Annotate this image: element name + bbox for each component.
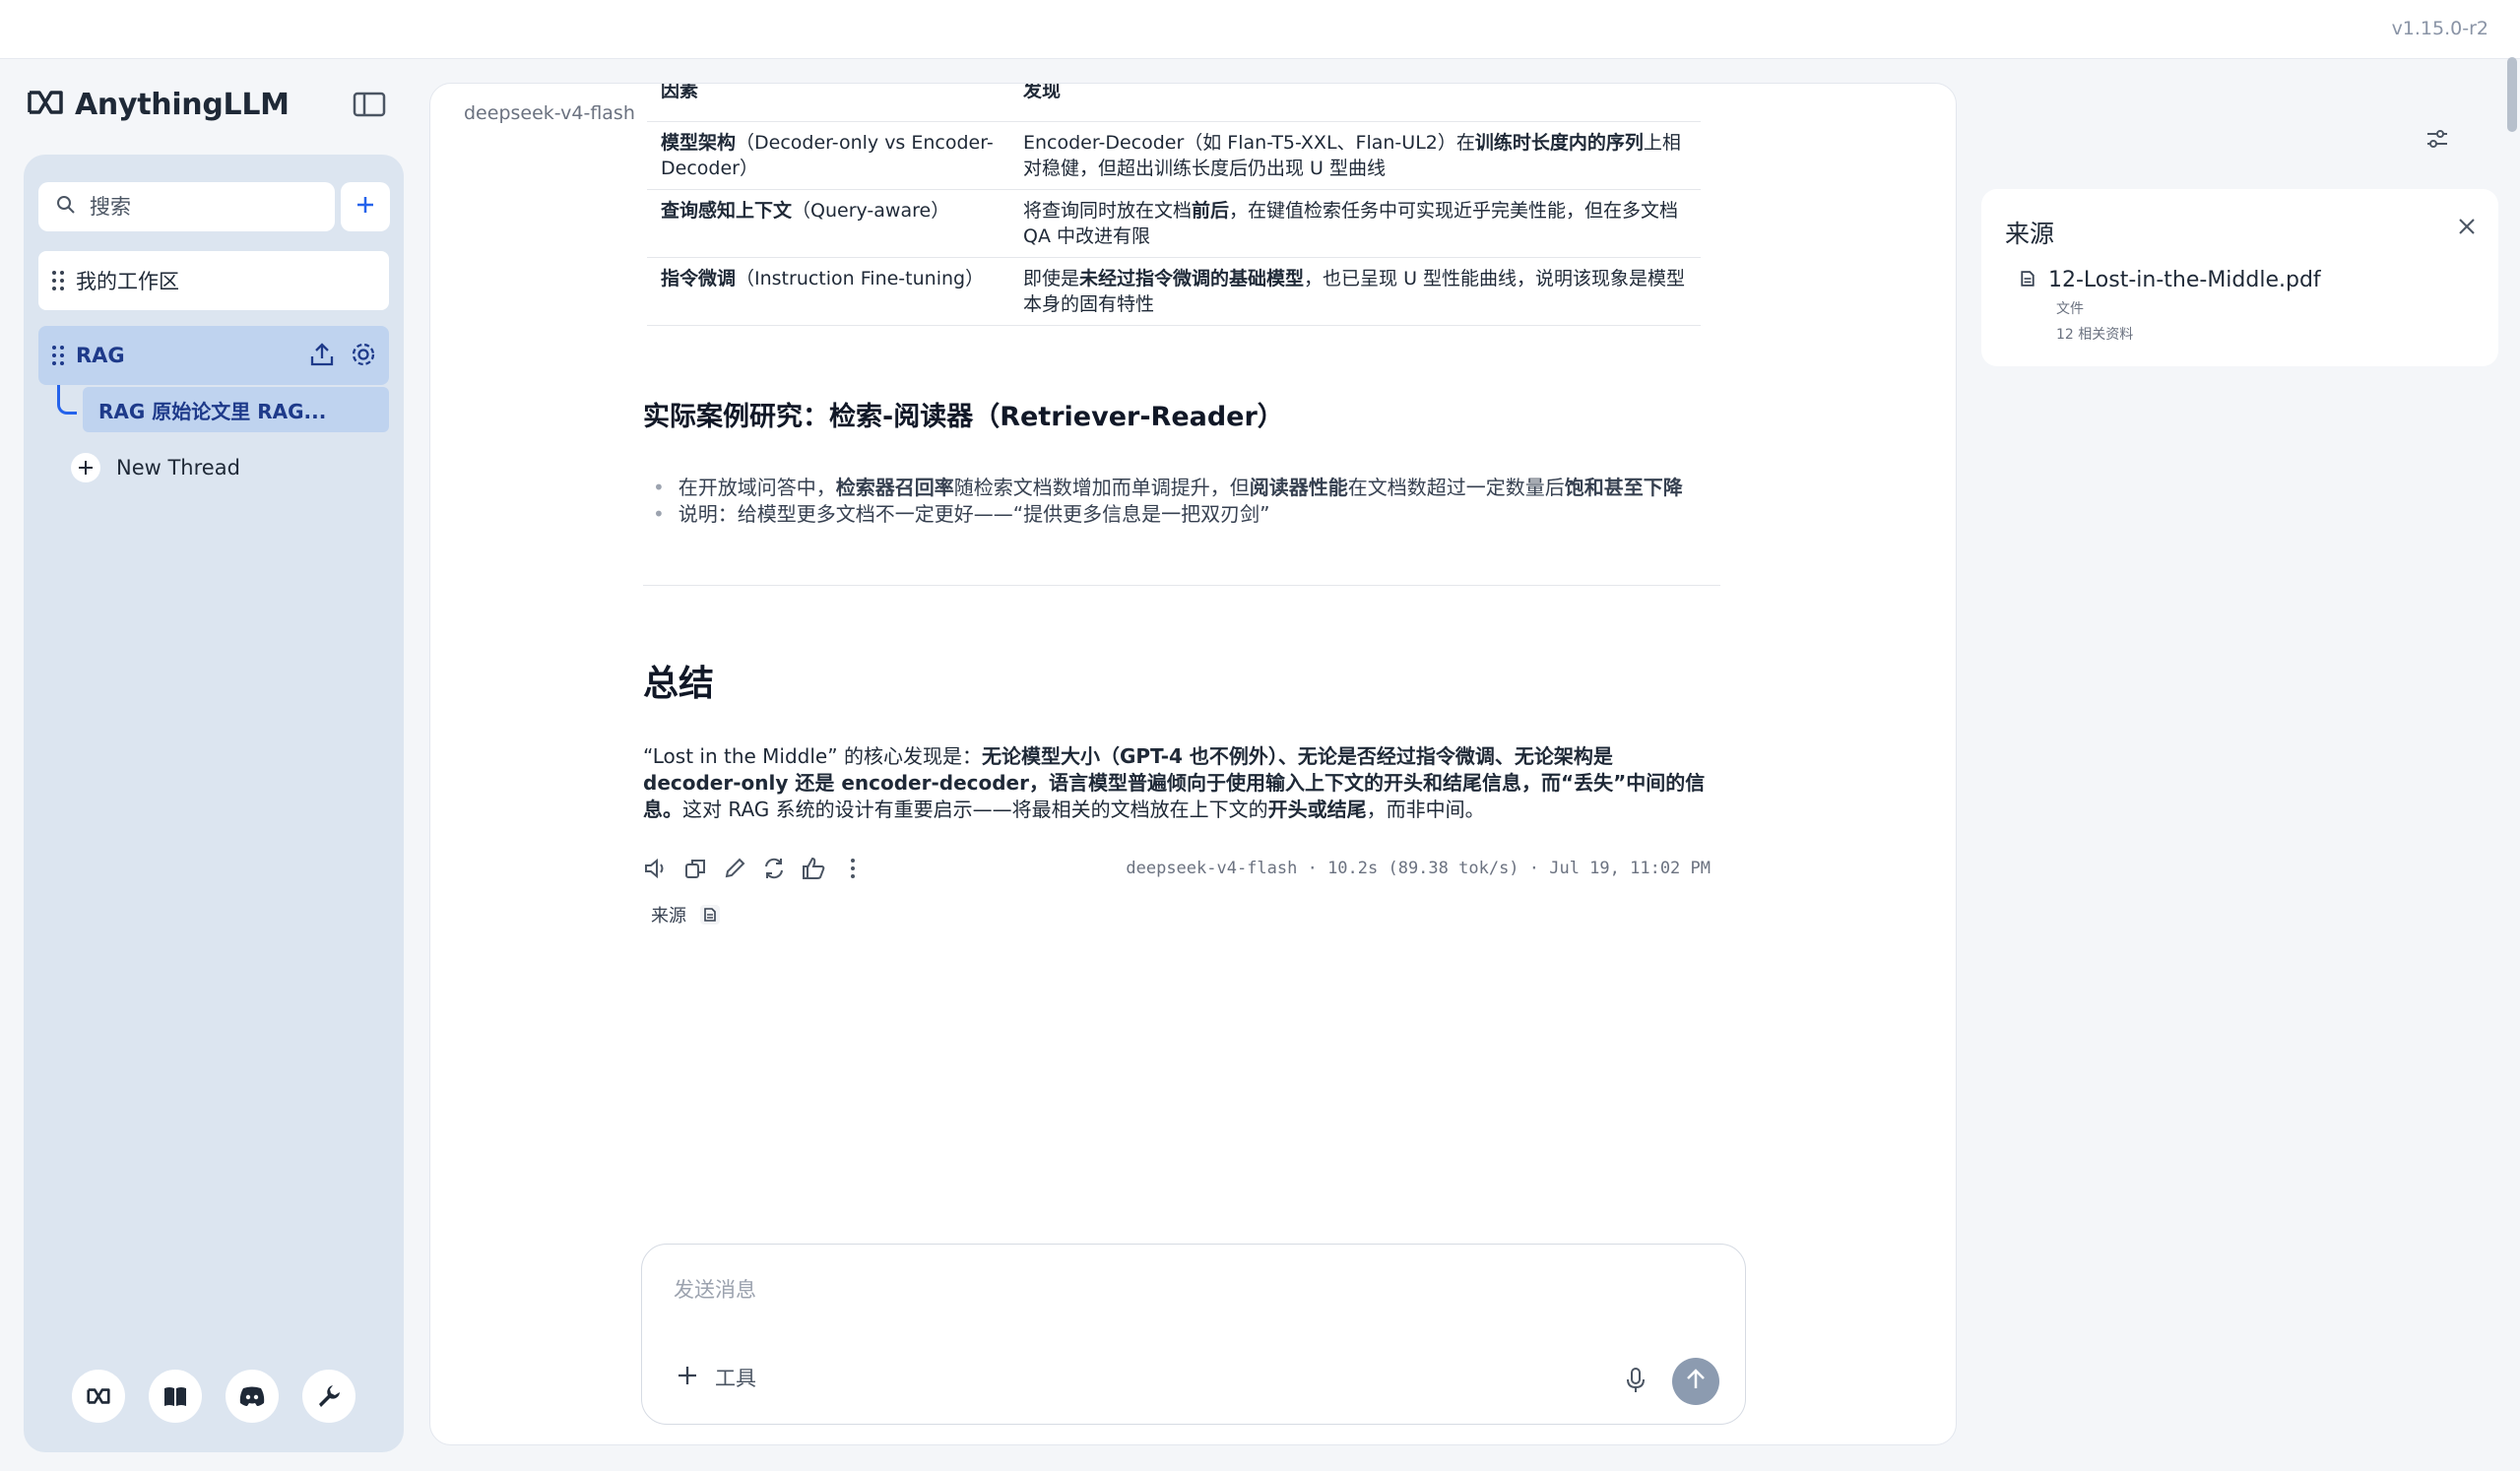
anythingllm-logo-icon [26,89,65,120]
file-icon[interactable] [700,904,720,925]
thread-item-active[interactable]: RAG 原始论文里 RAG... [83,387,389,432]
table-cell: Encoder-Decoder（如 Flan-T5-XXL、Flan-UL2）在… [1009,121,1701,190]
workspace-item-rag[interactable]: RAG [38,326,389,385]
message-input[interactable] [674,1274,1658,1313]
thumbs-up-icon[interactable] [801,856,826,881]
message-actions: deepseek-v4-flash · 10.2s (89.38 tok/s) … [643,853,1726,884]
more-options-icon[interactable] [840,856,866,881]
gear-icon[interactable] [350,341,377,372]
file-icon [2021,268,2035,292]
sources-panel: 来源 12-Lost-in-the-Middle.pdf 文件 12 相关资料 [1981,189,2498,366]
list-item: 在开放域问答中，检索器召回率随检索文档数增加而单调提升，但阅读器性能在文档数超过… [653,475,1726,501]
source-file-item[interactable]: 12-Lost-in-the-Middle.pdf 文件 12 相关资料 [2021,268,2321,344]
model-tag: deepseek-v4-flash [464,102,635,124]
arrow-up-icon [1685,1368,1707,1395]
workspace-label: RAG [76,344,125,367]
edit-icon[interactable] [722,856,747,881]
add-workspace-button[interactable] [341,182,390,231]
search-icon [56,195,76,219]
workspace-item-my-workspace[interactable]: 我的工作区 [38,251,389,310]
sources-label: 来源 [651,905,686,927]
thread-connector [57,385,77,415]
anythingllm-logo-icon[interactable] [72,1370,125,1423]
brand-name: AnythingLLM [75,87,290,122]
tools-label: 工具 [715,1367,756,1390]
source-file-count: 12 相关资料 [2056,327,2134,343]
table-cell: 指令微调（Instruction Fine-tuning） [647,257,1009,326]
list-item: 说明：给模型更多文档不一定更好——“提供更多信息是一把双刃剑” [653,501,1726,528]
new-thread-label: New Thread [116,456,240,480]
page-scrollbar[interactable] [2507,57,2517,132]
case-study-heading: 实际案例研究：检索-阅读器（Retriever-Reader） [643,401,1284,432]
top-bar: v1.15.0-r2 [0,0,2520,59]
assistant-message: 因素 发现 模型架构（Decoder-only vs Encoder-Decod… [643,84,1726,927]
table-cell: 将查询同时放在文档前后，在键值检索任务中可实现近乎完美性能，但在多文档 QA 中… [1009,189,1701,258]
close-icon[interactable] [2453,213,2481,240]
regenerate-icon[interactable] [761,856,787,881]
upload-icon[interactable] [308,341,336,372]
sidebar-toggle-icon[interactable] [353,91,386,118]
sidebar-footer [72,1370,355,1423]
table-cell: 即使是未经过指令微调的基础模型，也已呈现 U 型性能曲线，说明该现象是模型本身的… [1009,257,1701,326]
search-box[interactable] [38,182,335,231]
plus-icon [676,1364,699,1392]
source-file-name: 12-Lost-in-the-Middle.pdf [2048,268,2321,292]
table-row: 模型架构（Decoder-only vs Encoder-Decoder） En… [647,121,1701,190]
message-sources[interactable]: 来源 [651,902,1726,927]
brand[interactable]: AnythingLLM [26,85,290,124]
table-cell: 模型架构（Decoder-only vs Encoder-Decoder） [647,121,1009,190]
case-study-list: 在开放域问答中，检索器召回率随检索文档数增加而单调提升，但阅读器性能在文档数超过… [653,475,1726,528]
divider [643,584,1720,586]
message-composer: 工具 [641,1244,1746,1425]
discord-icon[interactable] [226,1370,279,1423]
book-icon[interactable] [149,1370,202,1423]
version-label: v1.15.0-r2 [2391,18,2488,39]
plus-icon [355,194,376,220]
wrench-icon[interactable] [302,1370,355,1423]
copy-icon[interactable] [682,856,708,881]
findings-table: 因素 发现 模型架构（Decoder-only vs Encoder-Decod… [647,84,1701,326]
message-meta: deepseek-v4-flash · 10.2s (89.38 tok/s) … [1126,858,1711,878]
search-input[interactable] [90,195,306,219]
summary-paragraph: “Lost in the Middle” 的核心发现是：无论模型大小（GPT-4… [643,743,1706,821]
table-cell: 查询感知上下文（Query-aware） [647,189,1009,258]
new-thread-button[interactable]: New Thread [71,451,240,484]
plus-icon [71,453,100,482]
summary-heading: 总结 [643,663,715,704]
drag-handle-icon[interactable] [52,270,64,291]
table-header: 发现 [1009,84,1701,122]
sliders-icon[interactable] [2424,126,2450,152]
table-header-row: 因素 发现 [647,84,1701,122]
sources-panel-title: 来源 [2005,220,2055,248]
workspace-label: 我的工作区 [76,270,179,293]
drag-handle-icon[interactable] [52,345,64,366]
speaker-icon[interactable] [643,856,669,881]
sidebar: 我的工作区 RAG RAG 原始论文里 RAG... New Thread [24,155,404,1452]
table-row: 指令微调（Instruction Fine-tuning） 即使是未经过指令微调… [647,257,1701,326]
table-header: 因素 [647,84,1009,122]
source-file-type: 文件 [2056,301,2084,317]
send-button[interactable] [1672,1358,1719,1405]
chat-panel: deepseek-v4-flash 因素 发现 模型架构（Decoder-onl… [429,83,1957,1445]
tools-button[interactable]: 工具 [676,1363,756,1392]
table-row: 查询感知上下文（Query-aware） 将查询同时放在文档前后，在键值检索任务… [647,189,1701,258]
microphone-icon[interactable] [1622,1366,1649,1395]
